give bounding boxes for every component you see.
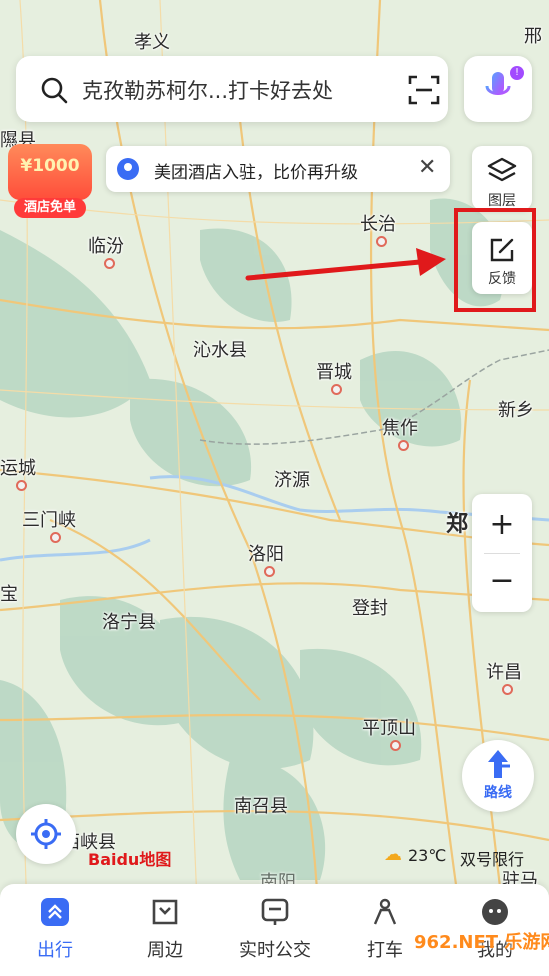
map-label-pingdingshan: 平顶山 [362, 718, 416, 739]
nav-label: 实时公交 [239, 940, 311, 961]
nav-label: 周边 [147, 940, 183, 961]
city-dot [390, 740, 401, 751]
map-label-xing: 邢 [524, 26, 542, 47]
zoom-control: + − [472, 494, 532, 612]
locate-icon [31, 819, 61, 849]
layers-label: 图层 [488, 193, 516, 209]
locate-button[interactable] [16, 804, 76, 864]
sun-cloud-icon: ☁ [384, 844, 402, 865]
search-icon [41, 77, 68, 104]
nav-item-nearby[interactable]: 周边 [115, 884, 215, 976]
site-watermark: 962.NET 乐游网 [414, 932, 549, 953]
notice-text: 美团酒店入驻，比价再升级 [154, 163, 358, 183]
layers-icon [487, 157, 517, 182]
voice-button[interactable]: ! [464, 56, 532, 122]
map-label-zheng: 郑 [446, 512, 469, 537]
nav-label: 出行 [37, 940, 73, 961]
city-dot [50, 532, 61, 543]
map-label-yuncheng: 运城 [0, 458, 36, 479]
map-label-xinxiang: 新乡 [498, 400, 534, 421]
profile-icon [482, 899, 508, 925]
city-dot [331, 384, 342, 395]
map-label-luoyang: 洛阳 [248, 544, 284, 565]
zoom-out-button[interactable]: − [472, 554, 532, 608]
map-label-xuchang: 许昌 [486, 662, 522, 683]
nav-item-bus[interactable]: 实时公交 [225, 884, 325, 976]
route-button[interactable]: 路线 [462, 740, 534, 812]
taxi-icon [373, 898, 397, 925]
scan-icon[interactable] [408, 75, 440, 105]
weather-temp: 23℃ [408, 846, 447, 865]
annotation-arrow [245, 248, 446, 281]
city-dot [104, 258, 115, 269]
map-label-linfen: 临汾 [88, 236, 124, 257]
city-dot [502, 684, 513, 695]
search-bar[interactable]: 克孜勒苏柯尔...打卡好去处 [16, 56, 448, 122]
city-dot [16, 480, 27, 491]
promo-amount: ¥1000 [20, 156, 80, 176]
map-label-luoning: 洛宁县 [102, 612, 156, 633]
map-label-jiaozuo: 焦作 [382, 418, 418, 439]
notice-banner[interactable]: 美团酒店入驻，比价再升级 ✕ [106, 146, 450, 192]
layers-button[interactable]: 图层 [472, 146, 532, 210]
annotation-highlight-box [454, 208, 536, 312]
bus-icon [261, 898, 289, 925]
map-label-jincheng: 晋城 [316, 362, 352, 383]
map-label-dengfeng: 登封 [352, 598, 388, 619]
map-label-bao: 宝 [0, 584, 18, 605]
route-label: 路线 [484, 785, 512, 801]
travel-icon [41, 898, 69, 926]
city-dot [264, 566, 275, 577]
map-label-xiaoyi: 孝义 [134, 32, 170, 53]
traffic-restriction: 双号限行 [460, 850, 525, 869]
city-dot [398, 440, 409, 451]
zoom-in-button[interactable]: + [472, 498, 532, 552]
voice-alert-dot: ! [510, 66, 524, 80]
map-label-changzhi: 长治 [360, 214, 396, 235]
nav-item-travel[interactable]: 出行 [5, 884, 105, 976]
close-icon[interactable]: ✕ [418, 155, 436, 180]
map-label-jiyuan: 济源 [274, 470, 310, 491]
map-label-qinshui: 沁水县 [193, 340, 247, 361]
search-input[interactable]: 克孜勒苏柯尔...打卡好去处 [82, 75, 333, 105]
nearby-icon [152, 899, 178, 925]
hotel-promo-badge[interactable]: ¥1000 酒店免单 [8, 144, 92, 220]
baidu-map-logo: Baidu地图 [88, 850, 172, 869]
route-arrow-icon [488, 750, 510, 778]
map-label-nanzhao: 南召县 [234, 796, 288, 817]
location-pin-icon [117, 158, 139, 180]
promo-label: 酒店免单 [14, 198, 86, 218]
map-label-sanmenxia: 三门峡 [22, 510, 76, 531]
